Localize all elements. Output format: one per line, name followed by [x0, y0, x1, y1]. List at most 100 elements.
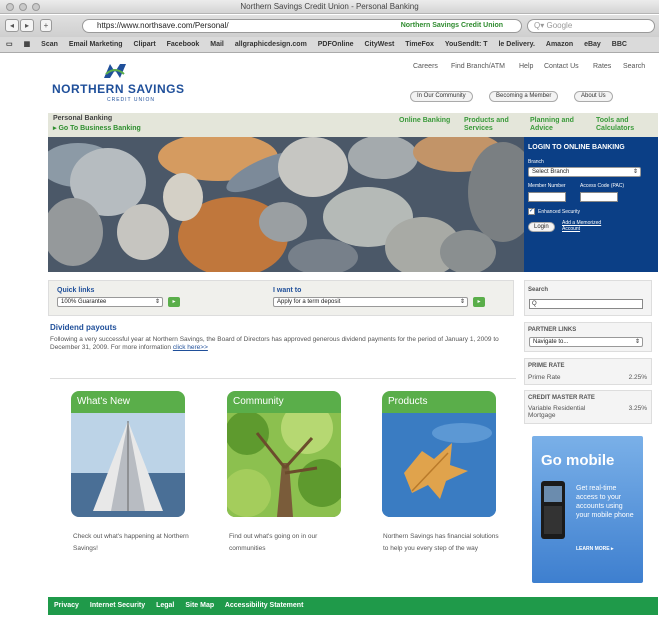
nav-products[interactable]: Products and Services	[464, 117, 520, 133]
url-text: https://www.northsave.com/Personal/	[97, 21, 229, 30]
bookmark-item[interactable]: Mail	[210, 37, 224, 52]
bookmark-item[interactable]: Scan	[41, 37, 58, 52]
pill-about[interactable]: About Us	[574, 91, 613, 102]
footer-privacy[interactable]: Privacy	[54, 602, 79, 609]
divider	[50, 378, 516, 379]
go-mobile-text: Get real-time access to your accounts us…	[576, 485, 634, 519]
go-mobile-learn-more[interactable]: LEARN MORE ▸	[576, 546, 614, 552]
branch-select[interactable]: Select Branch ⇕	[528, 167, 641, 177]
chevron-down-icon: ⇕	[632, 169, 638, 175]
browser-search-input[interactable]: Q▾ Google	[527, 19, 655, 33]
login-panel: LOGIN TO ONLINE BANKING Branch Select Br…	[524, 137, 658, 272]
nav-online-banking[interactable]: Online Banking	[399, 117, 459, 125]
card-products-title[interactable]: Products	[382, 391, 496, 413]
branch-label: Branch	[528, 159, 544, 165]
branch-value: Select Branch	[532, 169, 570, 175]
nav-planning[interactable]: Planning and Advice	[530, 117, 584, 133]
quick-links-value: 100% Guarantee	[61, 299, 107, 305]
prime-rate-value: 2.25%	[628, 374, 647, 381]
credit-master-label: Variable Residential Mortgage	[528, 405, 586, 419]
i-want-to-title: I want to	[273, 287, 302, 294]
business-banking-link[interactable]: ▸ Go To Business Banking	[53, 124, 141, 132]
card-whats-new-text: Check out what's happening at Northern S…	[73, 533, 189, 552]
nav-tools[interactable]: Tools and Calculators	[596, 117, 654, 133]
login-button[interactable]: Login	[528, 222, 555, 232]
topnav-rates[interactable]: Rates	[593, 63, 611, 70]
section-title: Personal Banking	[53, 115, 113, 122]
partner-links-title: PARTNER LINKS	[528, 327, 577, 333]
pac-input[interactable]	[580, 192, 618, 202]
topnav-search[interactable]: Search	[623, 63, 645, 70]
i-want-to-value: Apply for a term deposit	[277, 299, 341, 305]
bookmark-item[interactable]: CityWest	[364, 37, 394, 52]
bookmark-item[interactable]: Email Marketing	[69, 37, 123, 52]
leaf-image[interactable]	[382, 413, 496, 517]
footer-internet-security[interactable]: Internet Security	[90, 602, 145, 609]
click-here-link[interactable]: click here>>	[173, 344, 208, 351]
address-bar[interactable]: https://www.northsave.com/Personal/ Nort…	[82, 19, 522, 33]
bookmark-item[interactable]: Facebook	[167, 37, 200, 52]
footer-bar: Privacy Internet Security Legal Site Map…	[48, 597, 658, 615]
credit-master-value: 3.25%	[628, 405, 647, 412]
bookmark-item[interactable]: allgraphicdesign.com	[235, 37, 307, 52]
credit-master-title: CREDIT MASTER RATE	[528, 395, 595, 401]
topnav-careers[interactable]: Careers	[413, 63, 438, 70]
mobile-phone-icon	[541, 481, 565, 539]
footer-site-map[interactable]: Site Map	[185, 602, 214, 609]
quick-links-go-button[interactable]: ▸	[168, 297, 180, 307]
tree-illustration	[227, 413, 341, 517]
back-button[interactable]: ◂	[5, 19, 19, 32]
forward-button[interactable]: ▸	[20, 19, 34, 32]
bookmark-item[interactable]: Amazon	[546, 37, 573, 52]
bookmarks-bar: ▭ ▦ Scan Email Marketing Clipart Faceboo…	[0, 37, 659, 53]
pill-member[interactable]: Becoming a Member	[489, 91, 559, 102]
partner-links-select[interactable]: Navigate to... ⇕	[529, 337, 643, 347]
kayak-image[interactable]	[71, 413, 185, 517]
window-title: Northern Savings Credit Union - Personal…	[240, 2, 419, 11]
add-bookmark-button[interactable]: +	[40, 19, 52, 32]
search-placeholder: Google	[546, 21, 573, 30]
logo-name[interactable]: NORTHERN SAVINGS	[52, 82, 184, 96]
topnav-find-branch[interactable]: Find Branch/ATM	[451, 63, 505, 70]
bookmark-item[interactable]: TimeFox	[405, 37, 434, 52]
add-memorized-link[interactable]: Add a Memorized Account	[562, 220, 614, 232]
sidebar-search-title: Search	[528, 287, 549, 293]
site-search-input[interactable]: Q	[529, 299, 643, 309]
prime-rate-title: PRIME RATE	[528, 363, 565, 369]
bookmark-item[interactable]: le Delivery.	[498, 37, 534, 52]
i-want-to-select[interactable]: Apply for a term deposit ⇕	[273, 297, 468, 307]
grid-icon[interactable]: ▦	[24, 37, 31, 52]
card-community-title[interactable]: Community	[227, 391, 341, 413]
pac-label: Access Code (PAC)	[580, 183, 625, 189]
hero-image	[48, 137, 524, 272]
go-mobile-title: Go mobile	[541, 452, 615, 469]
bookmark-item[interactable]: PDFOnline	[318, 37, 354, 52]
dividend-body: Following a very successful year at Nort…	[50, 336, 499, 351]
bookmark-item[interactable]: Clipart	[133, 37, 155, 52]
bookmark-item[interactable]: eBay	[584, 37, 601, 52]
logo-mark-icon[interactable]	[102, 62, 128, 80]
chevron-down-icon: ⇕	[154, 299, 160, 305]
dividend-title: Dividend payouts	[50, 323, 117, 332]
go-mobile-banner[interactable]: Go mobile Get real-time access to your a…	[532, 436, 643, 583]
site-identity: Northern Savings Credit Union	[400, 22, 503, 29]
topnav-contact[interactable]: Contact Us	[544, 63, 579, 70]
topnav-help[interactable]: Help	[519, 63, 533, 70]
footer-accessibility[interactable]: Accessibility Statement	[225, 602, 304, 609]
member-number-input[interactable]	[528, 192, 566, 202]
chevron-down-icon: ⇕	[634, 339, 640, 345]
quick-links-select[interactable]: 100% Guarantee ⇕	[57, 297, 163, 307]
member-number-label: Member Number	[528, 183, 566, 189]
pill-community[interactable]: In Our Community	[410, 91, 473, 102]
search-icon: Q	[532, 301, 537, 307]
dividend-text: Following a very successful year at Nort…	[50, 336, 516, 352]
card-whats-new-title[interactable]: What's New	[71, 391, 185, 413]
book-icon[interactable]: ▭	[6, 37, 13, 52]
partner-links-value: Navigate to...	[533, 339, 569, 345]
i-want-to-go-button[interactable]: ▸	[473, 297, 485, 307]
bookmark-item[interactable]: YouSendIt: T	[445, 37, 488, 52]
enhanced-security-checkbox[interactable]: ✓	[528, 208, 535, 215]
tree-image[interactable]	[227, 413, 341, 517]
bookmark-item[interactable]: BBC	[612, 37, 627, 52]
footer-legal[interactable]: Legal	[156, 602, 174, 609]
